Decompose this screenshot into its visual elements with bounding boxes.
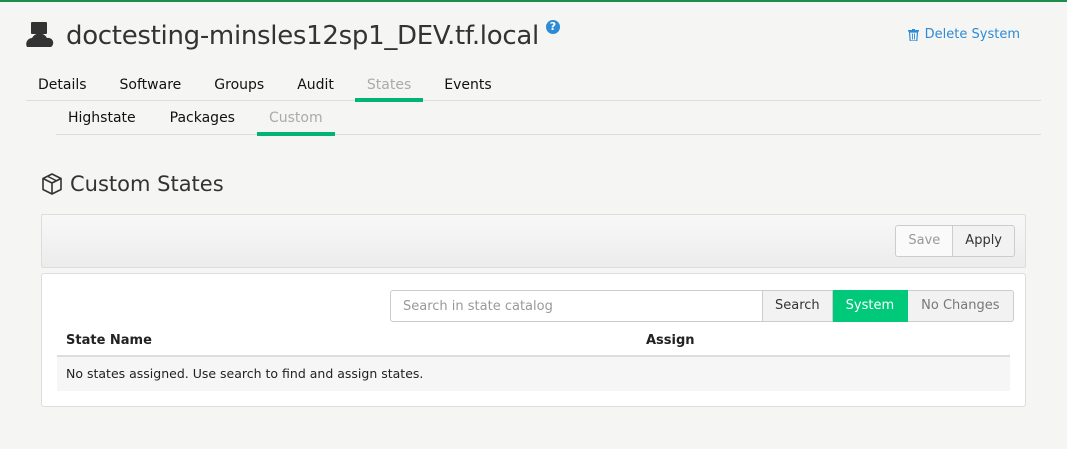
tab-audit[interactable]: Audit [285, 71, 346, 101]
subtab-packages[interactable]: Packages [158, 104, 247, 135]
save-button[interactable]: Save [895, 225, 954, 257]
no-changes-filter-button[interactable]: No Changes [908, 290, 1014, 322]
search-bar: Search System No Changes [390, 290, 1014, 322]
system-icon [24, 21, 54, 51]
trash-icon [907, 28, 919, 42]
states-panel: Search System No Changes State Name Assi… [41, 273, 1026, 407]
table-header: State Name Assign [57, 326, 1010, 357]
section-title: Custom States [70, 172, 224, 196]
main-tabs: Details Software Groups Audit States Eve… [26, 71, 1041, 102]
system-filter-button[interactable]: System [832, 290, 909, 322]
delete-system-link[interactable]: Delete System [907, 27, 1020, 42]
tab-states[interactable]: States [354, 71, 424, 102]
section-header: Custom States [40, 172, 224, 196]
page-title: doctesting-minsles12sp1_DEV.tf.local [66, 21, 539, 51]
column-header-assign: Assign [646, 333, 695, 348]
tab-groups[interactable]: Groups [202, 71, 276, 101]
question-circle-icon[interactable]: ? [545, 20, 560, 34]
delete-system-label: Delete System [924, 27, 1020, 42]
subtab-highstate[interactable]: Highstate [56, 104, 148, 135]
save-apply-group: Save Apply [895, 225, 1015, 257]
column-header-state-name: State Name [66, 333, 152, 348]
action-toolbar: Save Apply [41, 214, 1026, 268]
page-header: doctesting-minsles12sp1_DEV.tf.local ? [24, 16, 560, 56]
tab-details[interactable]: Details [26, 71, 99, 101]
tab-software[interactable]: Software [108, 71, 194, 101]
tab-events[interactable]: Events [432, 71, 503, 101]
apply-button[interactable]: Apply [953, 225, 1015, 257]
states-subtabs: Highstate Packages Custom [56, 104, 1041, 136]
search-button[interactable]: Search [763, 290, 833, 322]
empty-table-message: No states assigned. Use search to find a… [57, 357, 1010, 391]
subtab-custom[interactable]: Custom [256, 104, 335, 136]
search-input[interactable] [390, 290, 763, 322]
states-table: State Name Assign No states assigned. Us… [57, 326, 1010, 391]
cube-icon [40, 172, 64, 196]
